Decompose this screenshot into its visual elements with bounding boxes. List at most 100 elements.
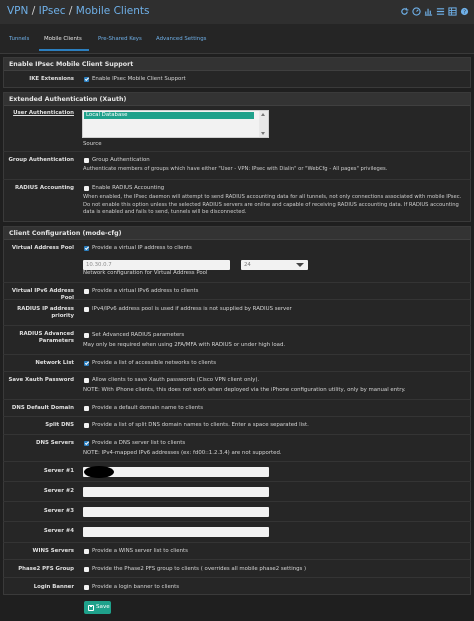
chevron-down-icon: [296, 263, 304, 267]
radius-advanced-label: RADIUS Advanced Parameters: [2, 331, 74, 345]
radius-advanced-checkbox[interactable]: [84, 333, 89, 338]
header-icons: ?: [400, 7, 469, 16]
dns-default-domain-text: Provide a default domain name to clients: [92, 405, 204, 411]
server-2-input[interactable]: [83, 487, 269, 497]
radius-accounting-checkbox[interactable]: [84, 186, 89, 191]
divider: [3, 434, 471, 435]
divider: [3, 325, 471, 326]
virtual-ipv6-pool-checkbox[interactable]: [84, 289, 89, 294]
group-authentication-help: Authenticate members of groups which hav…: [83, 166, 388, 172]
network-list-text: Provide a list of accessible networks to…: [92, 360, 217, 366]
panel-mobile-support: Enable IPsec Mobile Client Support: [3, 57, 471, 88]
breadcrumb-separator: /: [31, 5, 36, 17]
phase2-pfs-group-label: Phase2 PFS Group: [18, 566, 74, 572]
list-icon[interactable]: [436, 7, 445, 16]
user-authentication-label: User Authentication: [13, 110, 74, 116]
ike-extensions-checkbox[interactable]: [84, 77, 89, 82]
save-button[interactable]: Save: [84, 601, 111, 614]
listbox-scrollbar[interactable]: [259, 111, 268, 137]
divider: [3, 501, 471, 502]
virtual-address-value: 10.30.0.7: [86, 261, 112, 268]
save-icon: [88, 604, 94, 611]
breadcrumb-mobile-clients[interactable]: Mobile Clients: [76, 5, 150, 17]
server-2-label: Server #2: [43, 488, 74, 494]
radius-accounting-help: When enabled, the IPsec daemon will atte…: [83, 194, 462, 216]
tab-pre-shared-keys[interactable]: Pre-Shared Keys: [98, 36, 142, 42]
label-line-2: Parameters: [38, 338, 74, 344]
dns-servers-checkbox[interactable]: [84, 441, 89, 446]
ike-extensions-text: Enable IPsec Mobile Client Support: [92, 76, 186, 82]
group-authentication-checkbox[interactable]: [84, 158, 89, 163]
login-banner-checkbox[interactable]: [84, 585, 89, 590]
server-3-label: Server #3: [43, 508, 74, 514]
virtual-address-pool-checkbox[interactable]: [84, 246, 89, 251]
help-icon[interactable]: ?: [460, 7, 469, 16]
redacted-value: [84, 466, 114, 478]
section-header: Client Configuration (mode-cfg): [4, 227, 470, 240]
divider: [3, 542, 471, 543]
breadcrumb-ipsec[interactable]: IPsec: [39, 5, 66, 17]
wins-servers-label: WINS Servers: [32, 548, 74, 554]
login-banner-label: Login Banner: [33, 584, 74, 590]
virtual-address-pool-label: Virtual Address Pool: [11, 245, 74, 251]
chart-icon[interactable]: [424, 7, 433, 16]
page-header: VPN / IPsec / Mobile Clients ?: [0, 0, 474, 24]
scroll-down-icon[interactable]: [261, 132, 265, 135]
radius-ip-priority-checkbox[interactable]: [84, 307, 89, 312]
dns-servers-help: NOTE: IPv4-mapped IPv6 addresses (ex: fd…: [83, 450, 282, 456]
breadcrumb: VPN / IPsec / Mobile Clients: [7, 5, 149, 17]
breadcrumb-vpn[interactable]: VPN: [7, 5, 28, 17]
radius-ip-priority-text: IPv4/IPv6 address pool is used if addres…: [92, 306, 292, 312]
reload-icon[interactable]: [400, 7, 409, 16]
wins-servers-checkbox[interactable]: [84, 549, 89, 554]
divider: [3, 399, 471, 400]
label-line-1: RADIUS Advanced: [19, 331, 74, 337]
user-authentication-listbox[interactable]: Local Database: [82, 110, 269, 138]
breadcrumb-separator: /: [68, 5, 73, 17]
status-icon[interactable]: [412, 7, 421, 16]
tab-advanced-settings[interactable]: Advanced Settings: [156, 36, 206, 42]
server-4-input[interactable]: [83, 527, 269, 537]
divider: [3, 416, 471, 417]
server-3-input[interactable]: [83, 507, 269, 517]
save-xauth-password-checkbox[interactable]: [84, 378, 89, 383]
section-header: Extended Authentication (Xauth): [4, 93, 470, 106]
split-dns-label: Split DNS: [45, 422, 74, 428]
login-banner-text: Provide a login banner to clients: [92, 584, 180, 590]
split-dns-checkbox[interactable]: [84, 423, 89, 428]
active-tab-indicator: [39, 49, 89, 51]
radius-accounting-label: RADIUS Accounting: [14, 185, 74, 191]
virtual-address-pool-hint: Network configuration for Virtual Addres…: [83, 270, 208, 276]
network-list-checkbox[interactable]: [84, 361, 89, 366]
group-authentication-label: Group Authentication: [8, 157, 74, 163]
tab-tunnels[interactable]: Tunnels: [9, 36, 29, 42]
divider: [3, 282, 471, 283]
tab-mobile-clients[interactable]: Mobile Clients: [44, 36, 82, 42]
radius-accounting-text: Enable RADIUS Accounting: [92, 185, 165, 191]
dns-default-domain-checkbox[interactable]: [84, 406, 89, 411]
listbox-option-local-database[interactable]: Local Database: [84, 112, 254, 119]
divider: [3, 151, 471, 152]
table-icon[interactable]: [448, 7, 457, 16]
virtual-address-pool-text: Provide a virtual IP address to clients: [92, 245, 192, 251]
divider: [3, 481, 471, 482]
divider: [3, 354, 471, 355]
dns-servers-label: DNS Servers: [36, 440, 74, 446]
divider: [3, 577, 471, 578]
ike-extensions-label: IKE Extensions: [29, 76, 74, 82]
radius-advanced-text: Set Advanced RADIUS parameters: [92, 332, 185, 338]
dns-servers-text: Provide a DNS server list to clients: [92, 440, 186, 446]
phase2-pfs-group-checkbox[interactable]: [84, 567, 89, 572]
label-line-1: RADIUS IP address: [17, 306, 74, 312]
label-line-2: priority: [51, 313, 74, 319]
section-header: Enable IPsec Mobile Client Support: [4, 58, 470, 71]
split-dns-text: Provide a list of split DNS domain names…: [92, 422, 309, 428]
virtual-address-input[interactable]: 10.30.0.7: [83, 260, 230, 270]
wins-servers-text: Provide a WINS server list to clients: [92, 548, 188, 554]
divider: [3, 299, 471, 300]
save-button-label: Save: [96, 604, 110, 610]
network-list-label: Network List: [35, 360, 74, 366]
scroll-up-icon[interactable]: [261, 113, 265, 116]
user-authentication-hint: Source: [83, 141, 102, 147]
virtual-address-mask-select[interactable]: 24: [241, 260, 308, 270]
